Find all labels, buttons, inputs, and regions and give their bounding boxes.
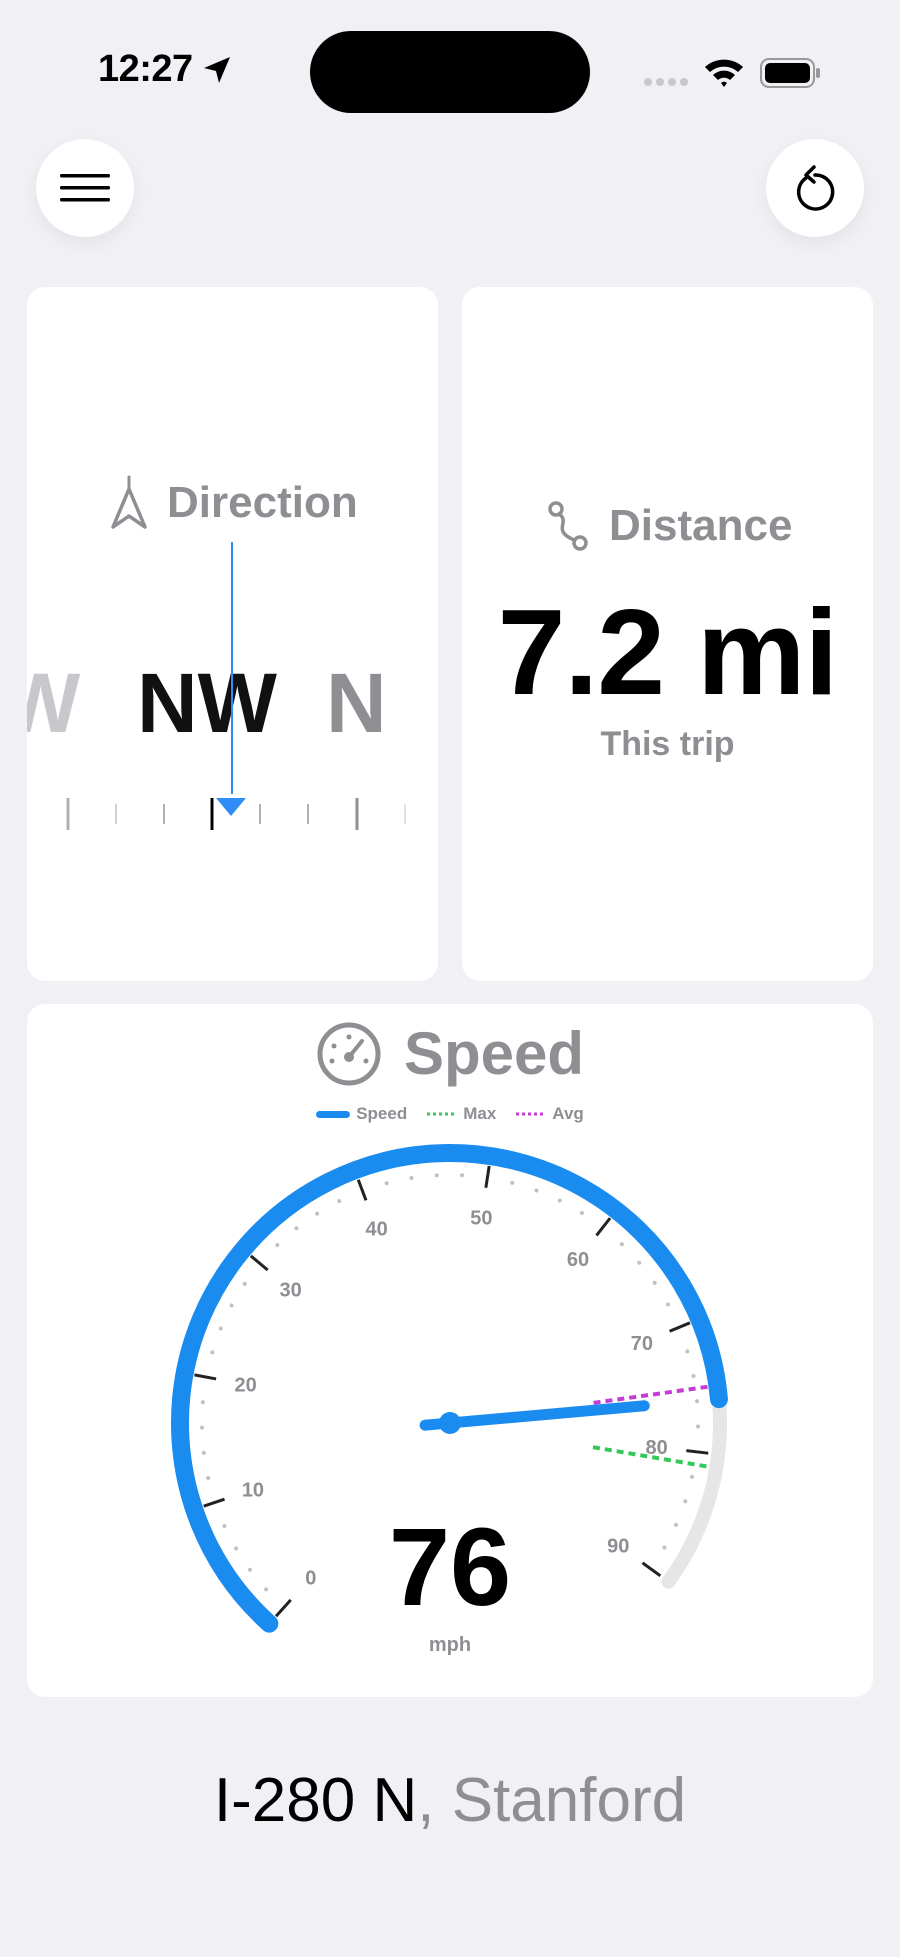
gauge-needle-hub	[439, 1412, 461, 1434]
speed-legend: Speed Max Avg	[27, 1104, 873, 1124]
gauge-minor-tick	[294, 1226, 299, 1231]
speed-value: 76	[388, 1506, 512, 1629]
legend-speed-label: Speed	[356, 1104, 408, 1123]
gauge-minor-tick	[229, 1303, 234, 1308]
location-arrow-icon	[204, 57, 230, 83]
gauge-minor-tick	[206, 1475, 211, 1480]
menu-button[interactable]	[36, 139, 134, 237]
speed-unit: mph	[428, 1634, 472, 1656]
legend-max-swatch	[427, 1112, 458, 1116]
gauge-major-tick	[356, 1179, 368, 1201]
gauge-tick-label: 10	[242, 1480, 264, 1502]
heading-line	[231, 542, 233, 794]
gauge-tick-label: 70	[631, 1333, 653, 1355]
gauge-minor-tick	[652, 1280, 657, 1285]
gauge-minor-tick	[695, 1424, 700, 1429]
reset-button[interactable]	[766, 139, 864, 237]
legend-max-label: Max	[463, 1104, 497, 1123]
gauge-minor-tick	[665, 1302, 670, 1307]
location-label: I-280 N, Stanford	[0, 1765, 900, 1836]
gauge-minor-tick	[384, 1181, 389, 1186]
gauge-minor-tick	[210, 1350, 215, 1355]
speed-title: Speed	[403, 1020, 585, 1087]
legend-speed: Speed	[316, 1104, 407, 1124]
direction-title: Direction	[167, 478, 358, 527]
distance-value: 7.2 mi	[497, 584, 839, 720]
gauge-minor-tick	[200, 1400, 205, 1405]
road-name: I-280 N	[213, 1766, 418, 1835]
gauge-major-tick	[249, 1254, 269, 1272]
gauge-minor-tick	[557, 1198, 562, 1203]
gauge-minor-tick	[695, 1399, 700, 1404]
gauge-minor-tick	[242, 1281, 247, 1286]
gauge-major-tick	[669, 1321, 691, 1333]
legend-avg-label: Avg	[552, 1104, 584, 1123]
gauge-minor-tick	[201, 1450, 206, 1455]
distance-card: Distance 7.2 mi This trip	[462, 287, 873, 981]
gauge-minor-tick	[409, 1176, 414, 1181]
gauge-minor-tick	[315, 1211, 320, 1216]
gauge-minor-tick	[690, 1474, 695, 1479]
distance-title: Distance	[609, 501, 793, 550]
status-time: 12:27	[98, 48, 193, 90]
gauge-minor-tick	[337, 1199, 342, 1204]
wifi-icon	[705, 59, 743, 87]
signal-dots-icon	[644, 78, 688, 86]
distance-header: Distance	[547, 500, 792, 552]
gauge-tick-label: 60	[567, 1249, 589, 1271]
gauge-avg-marker	[593, 1384, 708, 1405]
distance-subtitle: This trip	[600, 725, 735, 763]
heading-marker	[216, 798, 246, 816]
gauge-minor-tick	[510, 1180, 515, 1185]
gauge-major-tick	[595, 1217, 612, 1237]
gauge-minor-tick	[637, 1260, 642, 1265]
legend-avg: Avg	[516, 1104, 584, 1124]
battery-icon	[760, 58, 820, 88]
legend-speed-swatch	[316, 1111, 351, 1118]
gauge-minor-tick	[685, 1349, 690, 1354]
gauge-minor-tick	[579, 1210, 584, 1215]
gauge-minor-tick	[619, 1242, 624, 1247]
gauge-tick-label: 50	[470, 1207, 492, 1229]
gauge-tick-label: 40	[365, 1218, 387, 1240]
gauge-minor-tick	[275, 1243, 280, 1248]
city-name: , Stanford	[417, 1766, 687, 1835]
gauge-tick-label: 20	[234, 1375, 256, 1397]
hamburger-menu-icon	[60, 174, 110, 202]
direction-card: Direction W NW N	[27, 287, 438, 981]
gauge-tick-label: 30	[280, 1279, 302, 1301]
legend-max: Max	[427, 1104, 496, 1124]
gauge-major-tick	[194, 1373, 217, 1381]
gauge-minor-tick	[200, 1425, 205, 1430]
navigation-arrow-icon	[111, 475, 147, 529]
gauge-tick-label: 80	[645, 1437, 667, 1459]
legend-avg-swatch	[516, 1112, 547, 1116]
gauge-minor-tick	[691, 1373, 696, 1378]
dynamic-island	[310, 31, 590, 113]
direction-header: Direction	[109, 475, 358, 531]
compass-letter-northwest: NW	[137, 656, 277, 750]
gauge-major-tick	[686, 1449, 709, 1455]
gauge-minor-tick	[218, 1326, 223, 1331]
compass-letter-west: W	[27, 656, 81, 750]
gauge-minor-tick	[683, 1499, 688, 1504]
gauge-minor-tick	[434, 1173, 439, 1178]
speedometer-icon	[317, 1022, 381, 1085]
gauge-minor-tick	[460, 1173, 465, 1178]
status-bar: 12:27	[0, 0, 900, 140]
speed-card: 0 10 20 30 40 50 60 70 80 90 Speed Speed Max Avg …	[27, 1004, 873, 1697]
route-icon	[548, 501, 588, 551]
gauge-minor-tick	[534, 1188, 539, 1193]
compass-letter-north: N	[326, 656, 387, 750]
speed-header: Speed	[27, 1019, 873, 1088]
counterclockwise-reset-icon	[796, 165, 835, 211]
gauge-major-tick	[484, 1165, 491, 1188]
